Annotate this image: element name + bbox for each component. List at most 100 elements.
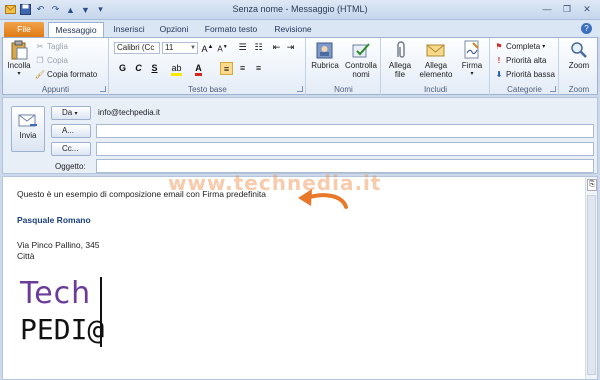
signature-address: Via Pinco Pallino, 345	[17, 240, 100, 250]
high-priority-label: Priorità alta	[506, 55, 547, 65]
group-nomi: Rubrica Controlla nomi Nomi	[307, 38, 381, 95]
message-header: Invia Da ▾ info@techpedia.it A... Cc... …	[2, 97, 598, 174]
copy-label: Copia	[47, 55, 68, 65]
low-priority-button[interactable]: ⬇ Priorità bassa	[494, 69, 555, 79]
title-bar: ↶ ↷ ▲ ▼ ▾ Senza nome - Messaggio (HTML) …	[0, 0, 600, 20]
paperclip-icon	[389, 40, 411, 60]
flag-icon: ⚑	[495, 41, 503, 51]
tab-opzioni[interactable]: Opzioni	[154, 22, 194, 37]
maximize-icon[interactable]: ❐	[558, 2, 576, 16]
grow-font-icon[interactable]: A▲	[201, 41, 214, 54]
logo-top: Tech	[19, 276, 91, 311]
from-value: info@techpedia.it	[98, 108, 160, 117]
to-field[interactable]	[96, 124, 594, 138]
send-button[interactable]: Invia	[11, 106, 45, 152]
bullets-icon[interactable]: ☰	[236, 41, 249, 54]
send-label: Invia	[19, 131, 37, 140]
ribbon-tabs: File Messaggio Inserisci Opzioni Formato…	[0, 20, 600, 37]
dropdown-arrow-icon: ▼	[190, 45, 196, 51]
high-priority-button[interactable]: ! Priorità alta	[494, 55, 547, 65]
outdent-icon[interactable]: ⇤	[270, 41, 283, 54]
exclamation-icon: !	[497, 55, 501, 65]
italic-button[interactable]: C	[132, 62, 145, 75]
group-label-categorie: Categorie	[507, 85, 542, 94]
align-center-icon[interactable]: ≡	[236, 62, 249, 75]
paste-button[interactable]: Incolla ▾	[5, 40, 33, 79]
group-appunti: Incolla ▾ ✂ Taglia ❐ Copia 🖌 Copia formato …	[3, 38, 109, 95]
tab-file[interactable]: File	[4, 22, 44, 37]
font-size-value: 11	[165, 43, 174, 52]
watermark: www.technedia.it	[168, 171, 382, 195]
scissors-icon: ✂	[36, 41, 44, 51]
window-title: Senza nome - Messaggio (HTML)	[232, 4, 368, 14]
tab-messaggio[interactable]: Messaggio	[48, 22, 104, 37]
align-left-icon[interactable]: ≡	[220, 62, 233, 75]
highlight-icon[interactable]: ab	[170, 62, 183, 76]
minimize-icon[interactable]: —	[538, 2, 556, 16]
ribbon: Incolla ▾ ✂ Taglia ❐ Copia 🖌 Copia formato …	[2, 37, 598, 95]
signature-icon	[461, 40, 483, 60]
attach-file-label: Allega file	[388, 61, 412, 79]
underline-button[interactable]: S	[148, 62, 161, 75]
paste-label: Incolla	[7, 61, 31, 70]
attach-item-label: Allega elemento	[419, 61, 453, 79]
logo-bottom: PEDI@	[20, 313, 104, 346]
group-label-zoom: Zoom	[568, 85, 590, 94]
attach-file-button[interactable]: Allega file	[384, 40, 416, 79]
dialog-launcher-icon[interactable]	[100, 86, 106, 92]
font-name-value: Calibri (Cc	[117, 43, 155, 52]
group-label-testo-base: Testo base	[188, 85, 227, 94]
envelope-icon	[425, 40, 447, 60]
align-right-icon[interactable]: ≡	[252, 62, 265, 75]
to-button[interactable]: A...	[51, 124, 91, 138]
help-icon[interactable]: ?	[581, 23, 592, 34]
address-book-button[interactable]: Rubrica	[309, 40, 341, 70]
zoom-button[interactable]: Zoom	[563, 40, 595, 70]
group-categorie: ⚑ Completa ▾ ! Priorità alta ⬇ Priorità bass…	[491, 38, 559, 95]
vertical-scrollbar[interactable]: ⎘	[585, 177, 597, 379]
font-name-combo[interactable]: Calibri (Cc	[114, 42, 160, 54]
font-color-icon[interactable]: A	[192, 62, 205, 76]
signature-button[interactable]: Firma ▾	[458, 40, 486, 79]
cc-field[interactable]	[96, 142, 594, 156]
signature-name: Pasquale Romano	[17, 215, 91, 225]
cut-button[interactable]: ✂ Taglia	[35, 41, 68, 51]
follow-up-button[interactable]: ⚑ Completa ▾	[494, 41, 545, 51]
bold-button[interactable]: G	[116, 62, 129, 75]
check-names-label: Controlla nomi	[344, 61, 377, 79]
shrink-font-icon[interactable]: A▼	[216, 41, 229, 54]
indent-icon[interactable]: ⇥	[284, 41, 297, 54]
cc-button[interactable]: Cc...	[51, 142, 91, 156]
page-icon[interactable]: ⎘	[587, 179, 597, 191]
numbering-icon[interactable]: ☷	[252, 41, 265, 54]
zoom-label: Zoom	[568, 61, 590, 70]
group-label-includi: Includi	[423, 85, 448, 94]
signature-label: Firma	[461, 61, 483, 70]
scroll-thumb[interactable]	[587, 195, 596, 375]
from-label: Da	[62, 108, 73, 117]
orange-arrow-icon	[298, 189, 348, 209]
dialog-launcher-icon[interactable]	[550, 86, 556, 92]
format-painter-button[interactable]: 🖌 Copia formato	[35, 69, 97, 79]
format-painter-label: Copia formato	[47, 69, 98, 79]
cut-label: Taglia	[47, 41, 68, 51]
send-icon	[18, 113, 38, 129]
from-button[interactable]: Da ▾	[51, 106, 91, 120]
attach-item-button[interactable]: Allega elemento	[416, 40, 456, 79]
copy-button[interactable]: ❐ Copia	[35, 55, 68, 65]
tab-inserisci[interactable]: Inserisci	[108, 22, 150, 37]
font-size-combo[interactable]: 11 ▼	[162, 42, 198, 54]
address-book-icon	[314, 40, 336, 60]
window-controls: — ❐ ✕	[538, 2, 596, 16]
clipboard-icon	[8, 40, 30, 60]
close-icon[interactable]: ✕	[578, 2, 596, 16]
follow-up-label: Completa	[506, 41, 541, 51]
group-includi: Allega file Allega elemento Firma ▾ Incl…	[382, 38, 490, 95]
magnifier-icon	[568, 40, 590, 60]
down-arrow-icon: ⬇	[495, 69, 503, 79]
dialog-launcher-icon[interactable]	[297, 86, 303, 92]
group-label-nomi: Nomi	[334, 85, 353, 94]
tab-revisione[interactable]: Revisione	[268, 22, 318, 37]
tab-formato-testo[interactable]: Formato testo	[198, 22, 264, 37]
check-names-button[interactable]: Controlla nomi	[343, 40, 379, 79]
